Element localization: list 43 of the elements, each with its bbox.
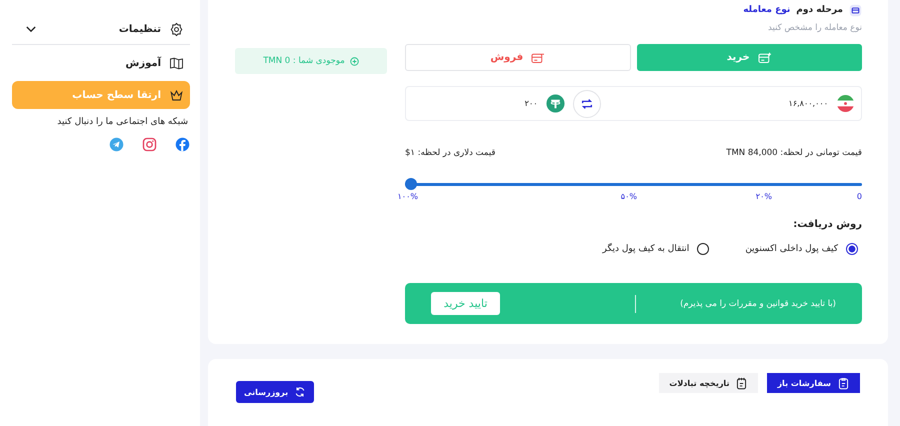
- refresh-button[interactable]: بروزرسانی: [236, 381, 314, 403]
- notepad-icon: [735, 376, 748, 390]
- radio-label: انتقال به کیف پول دیگر: [602, 244, 690, 254]
- orders-tab[interactable]: تاریخچه تبادلات: [659, 373, 758, 393]
- telegram-icon[interactable]: [109, 137, 124, 152]
- swap-icon: [580, 96, 594, 110]
- flag-icon: [836, 94, 855, 113]
- dollar-price: قیمت دلاری در لحظه: ۱$: [405, 148, 496, 158]
- clipboard-icon: [837, 376, 850, 390]
- toman-price: قیمت تومانی در لحظه: TMN 84,000: [726, 148, 862, 158]
- refresh-icon: [294, 386, 306, 398]
- slider-tick-label: ۱۰۰%: [398, 192, 418, 201]
- settings-icon: [169, 22, 184, 36]
- chevron-icon[interactable]: [26, 26, 36, 32]
- slider-track[interactable]: [405, 178, 862, 190]
- radio-button[interactable]: [846, 243, 858, 255]
- facebook-icon[interactable]: [175, 137, 190, 152]
- to-amount: ۲۰۰: [524, 99, 538, 108]
- follow-text: شبکه های اجتماعی ما را دنبال کنید: [56, 117, 189, 127]
- step-hint: نوع معامله را مشخص کنید: [767, 23, 862, 33]
- slider-tick-label: ۲۰%: [756, 192, 772, 201]
- slider-tick-label: 0: [856, 192, 862, 201]
- orders-tab[interactable]: سفارشات باز: [767, 373, 860, 393]
- from-amount: ۱۶,۸۰۰,۰۰۰: [788, 99, 828, 108]
- balance-badge: موجودی شما : TMN 0: [235, 48, 387, 74]
- step-label: مرحله دوم: [796, 5, 843, 15]
- card-plus-icon: [758, 52, 772, 64]
- radio-button[interactable]: [697, 243, 710, 255]
- tether-icon: [546, 94, 565, 113]
- card-icon: [849, 4, 862, 16]
- card-minus-icon: [531, 52, 546, 64]
- crown-icon: [169, 88, 184, 102]
- delivery-label: روش دریافت:: [792, 219, 862, 230]
- plus-circle-icon: [350, 56, 359, 66]
- step-title: نوع معامله: [743, 5, 790, 15]
- instagram-icon[interactable]: [142, 137, 157, 152]
- slider-thumb[interactable]: [405, 178, 417, 190]
- swap-button[interactable]: [572, 90, 601, 118]
- settings-menu-item[interactable]: تنظیمات: [12, 14, 190, 45]
- terms-text: (با تایید خرید قوانین و مقررات را می پذیرم): [680, 298, 836, 308]
- learning-menu-item[interactable]: آموزش: [12, 49, 190, 77]
- radio-label: کیف پول داخلی اکسنوین: [745, 244, 838, 254]
- slider-tick-label: ۵۰%: [620, 192, 637, 201]
